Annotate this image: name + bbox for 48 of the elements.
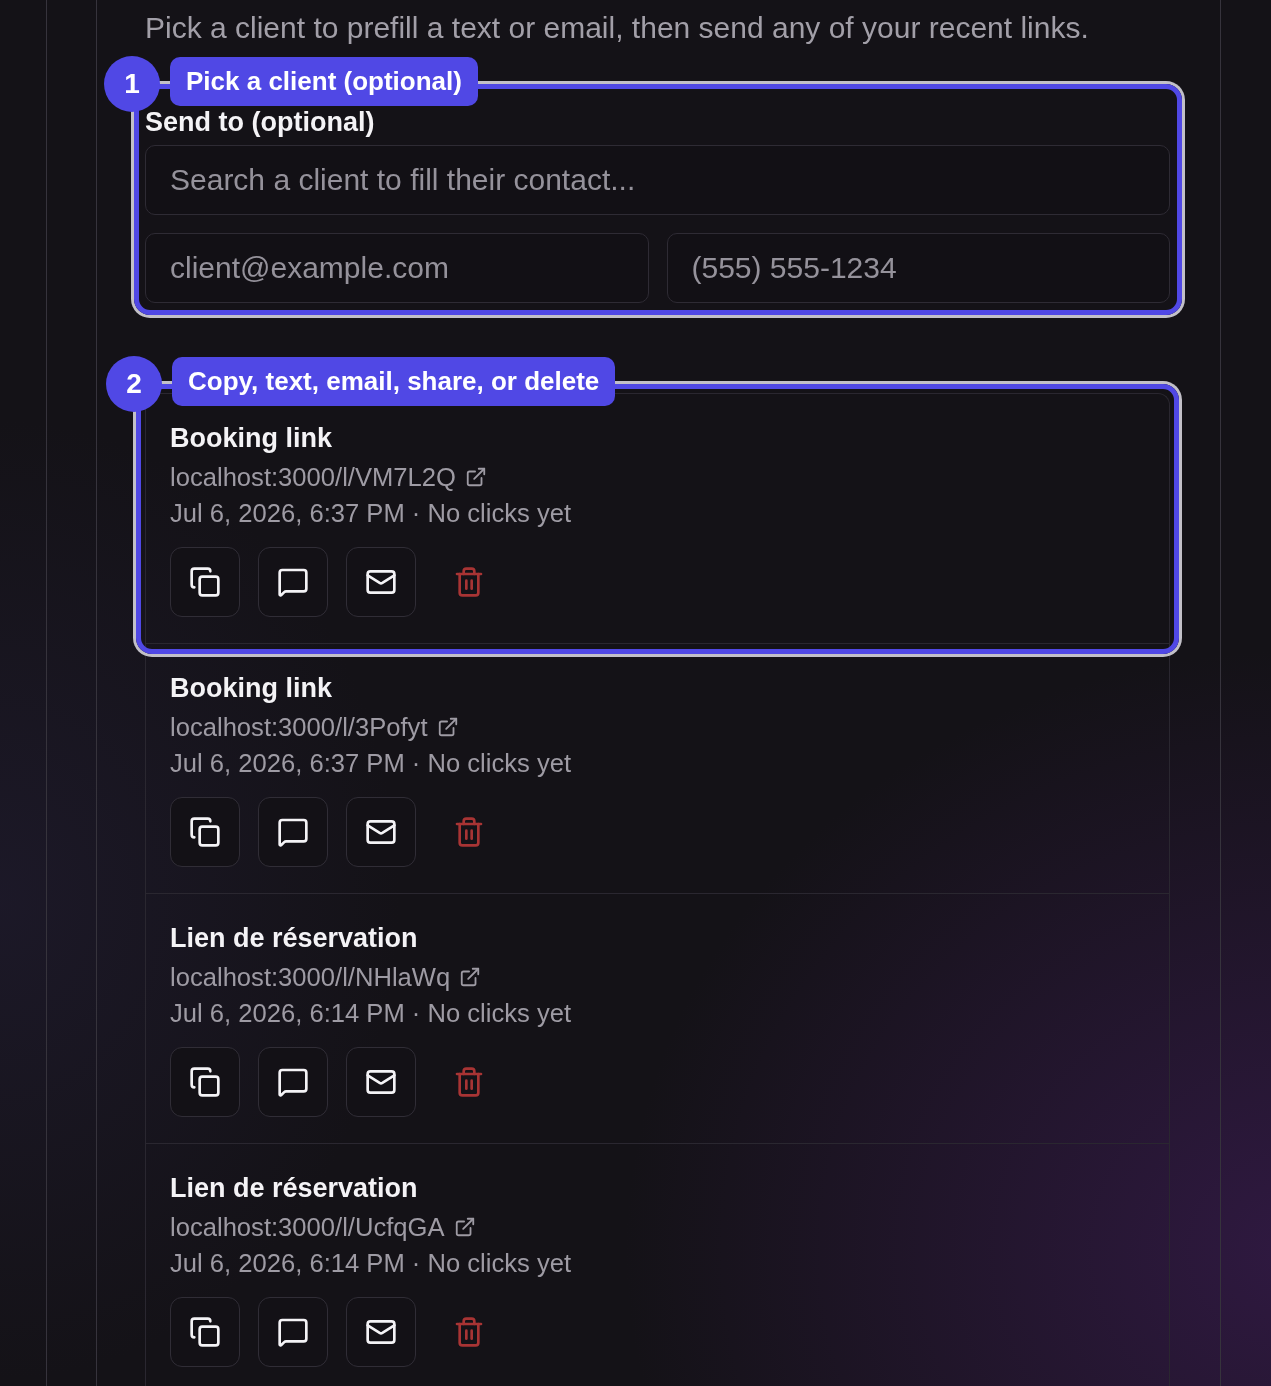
copy-button[interactable] <box>170 1297 240 1367</box>
external-link-icon[interactable] <box>453 1216 476 1238</box>
link-title: Lien de réservation <box>170 922 419 955</box>
intro-text: Pick a client to prefill a text or email, then send any of your recent links. <box>145 10 1090 46</box>
copy-icon <box>189 1316 221 1348</box>
email-button[interactable] <box>346 1047 416 1117</box>
copy-icon <box>189 816 221 848</box>
trash-icon <box>453 1316 485 1348</box>
external-link-icon[interactable] <box>436 716 459 738</box>
step-badge: 2 <box>106 356 162 412</box>
trash-icon <box>453 566 485 598</box>
message-button[interactable] <box>258 547 328 617</box>
message-icon <box>277 816 309 848</box>
link-url[interactable]: localhost:3000/l/NHlaWq <box>170 961 451 993</box>
link-meta: Jul 6, 2026, 6:37 PM · No clicks yet <box>170 498 573 529</box>
email-button[interactable] <box>346 1297 416 1367</box>
trash-icon <box>453 1066 485 1098</box>
copy-button[interactable] <box>170 1047 240 1117</box>
step-badge: 1 <box>104 56 160 112</box>
copy-icon <box>189 566 221 598</box>
link-title: Booking link <box>170 672 333 705</box>
tour-tooltip: Copy, text, email, share, or delete <box>172 357 616 406</box>
email-field[interactable]: client@example.com <box>145 233 649 303</box>
link-title: Booking link <box>170 422 333 455</box>
email-button[interactable] <box>346 547 416 617</box>
message-button[interactable] <box>258 1297 328 1367</box>
link-url[interactable]: localhost:3000/l/VM7L2Q <box>170 461 456 493</box>
link-meta: Jul 6, 2026, 6:37 PM · No clicks yet <box>170 748 573 779</box>
message-icon <box>277 1316 309 1348</box>
copy-button[interactable] <box>170 797 240 867</box>
message-icon <box>277 566 309 598</box>
external-link-icon[interactable] <box>464 466 487 488</box>
trash-icon <box>453 816 485 848</box>
link-url[interactable]: localhost:3000/l/3Pofyt <box>170 711 428 743</box>
link-meta: Jul 6, 2026, 6:14 PM · No clicks yet <box>170 1248 573 1279</box>
tour-tooltip: Pick a client (optional) <box>170 57 478 106</box>
link-title: Lien de réservation <box>170 1172 419 1205</box>
message-button[interactable] <box>258 1047 328 1117</box>
phone-field[interactable]: (555) 555-1234 <box>666 233 1170 303</box>
search-field[interactable]: Search a client to fill their contact... <box>145 145 1170 215</box>
external-link-icon[interactable] <box>459 966 482 988</box>
message-button[interactable] <box>258 797 328 867</box>
email-button[interactable] <box>346 797 416 867</box>
copy-icon <box>189 1066 221 1098</box>
link-url[interactable]: localhost:3000/l/UcfqGA <box>170 1211 445 1243</box>
link-meta: Jul 6, 2026, 6:14 PM · No clicks yet <box>170 998 573 1029</box>
copy-button[interactable] <box>170 547 240 617</box>
message-icon <box>277 1066 309 1098</box>
